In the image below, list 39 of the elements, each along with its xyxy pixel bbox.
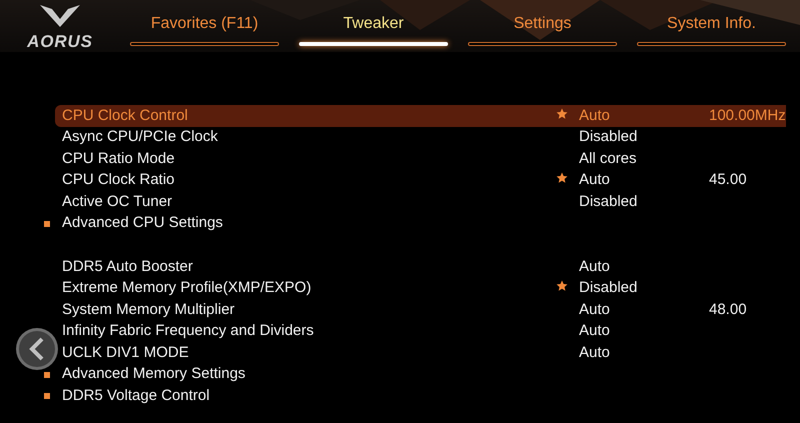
tab[interactable]: Favorites (F11) (130, 12, 279, 46)
setting-value[interactable]: Disabled (579, 277, 709, 300)
setting-label[interactable]: Extreme Memory Profile(XMP/EXPO) (62, 277, 312, 300)
setting-value[interactable]: Auto (579, 256, 709, 278)
star-icon (556, 280, 568, 292)
setting-label[interactable]: CPU Ratio Mode (62, 148, 175, 170)
setting-value[interactable]: Disabled (579, 190, 709, 213)
star-icon (556, 172, 568, 184)
setting-value[interactable]: Auto (579, 320, 709, 342)
setting-reading: 100.00MHz (709, 106, 786, 126)
bullet-icon (44, 220, 50, 226)
setting-label[interactable]: DDR5 Auto Booster (62, 256, 193, 278)
setting-reading: 45.00 (709, 170, 747, 190)
star-icon (556, 108, 568, 120)
setting-value[interactable]: Auto (579, 104, 709, 127)
setting-value[interactable]: Disabled (579, 126, 709, 148)
menu-item[interactable]: CPU Clock Control Auto 100.00MHz (55, 105, 786, 126)
setting-label[interactable]: System Memory Multiplier (62, 298, 235, 321)
setting-label[interactable]: CPU Clock Control (62, 104, 188, 127)
tab[interactable]: Tweaker (299, 12, 448, 46)
back-button[interactable] (16, 328, 58, 370)
setting-label[interactable]: CPU Clock Ratio (62, 169, 175, 192)
setting-label[interactable]: DDR5 Voltage Control (62, 384, 210, 407)
setting-value[interactable]: Auto (579, 298, 709, 321)
setting-value[interactable]: All cores (579, 148, 709, 170)
setting-value[interactable]: Auto (579, 342, 709, 364)
bullet-icon (44, 393, 50, 399)
setting-label[interactable]: Active OC Tuner (62, 190, 172, 213)
setting-label[interactable]: UCLK DIV1 MODE (62, 342, 189, 364)
logo: AORUS (27, 33, 93, 50)
setting-label[interactable]: Async CPU/PCIe Clock (62, 126, 218, 148)
tab[interactable]: Settings (468, 12, 617, 46)
setting-label[interactable]: Infinity Fabric Frequency and Dividers (62, 320, 314, 342)
bullet-icon (44, 372, 50, 378)
tab[interactable]: System Info. (637, 12, 786, 46)
setting-label[interactable]: Advanced CPU Settings (62, 212, 223, 234)
setting-reading: 48.00 (709, 300, 747, 320)
setting-label[interactable]: Advanced Memory Settings (62, 363, 246, 386)
setting-value[interactable]: Auto (579, 169, 709, 192)
